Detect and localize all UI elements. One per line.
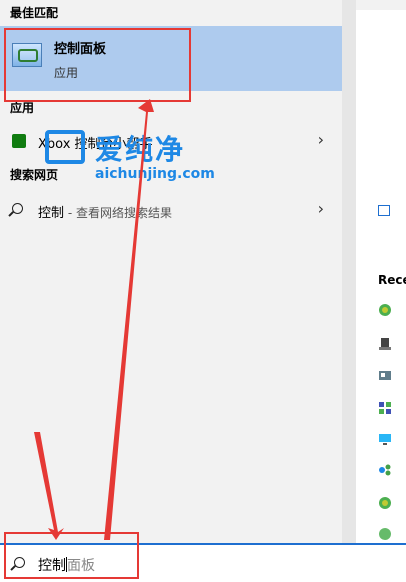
annotation-arrow-up	[104, 99, 154, 540]
annotation-arrow-down	[34, 432, 64, 540]
annotation-arrows	[34, 99, 154, 540]
